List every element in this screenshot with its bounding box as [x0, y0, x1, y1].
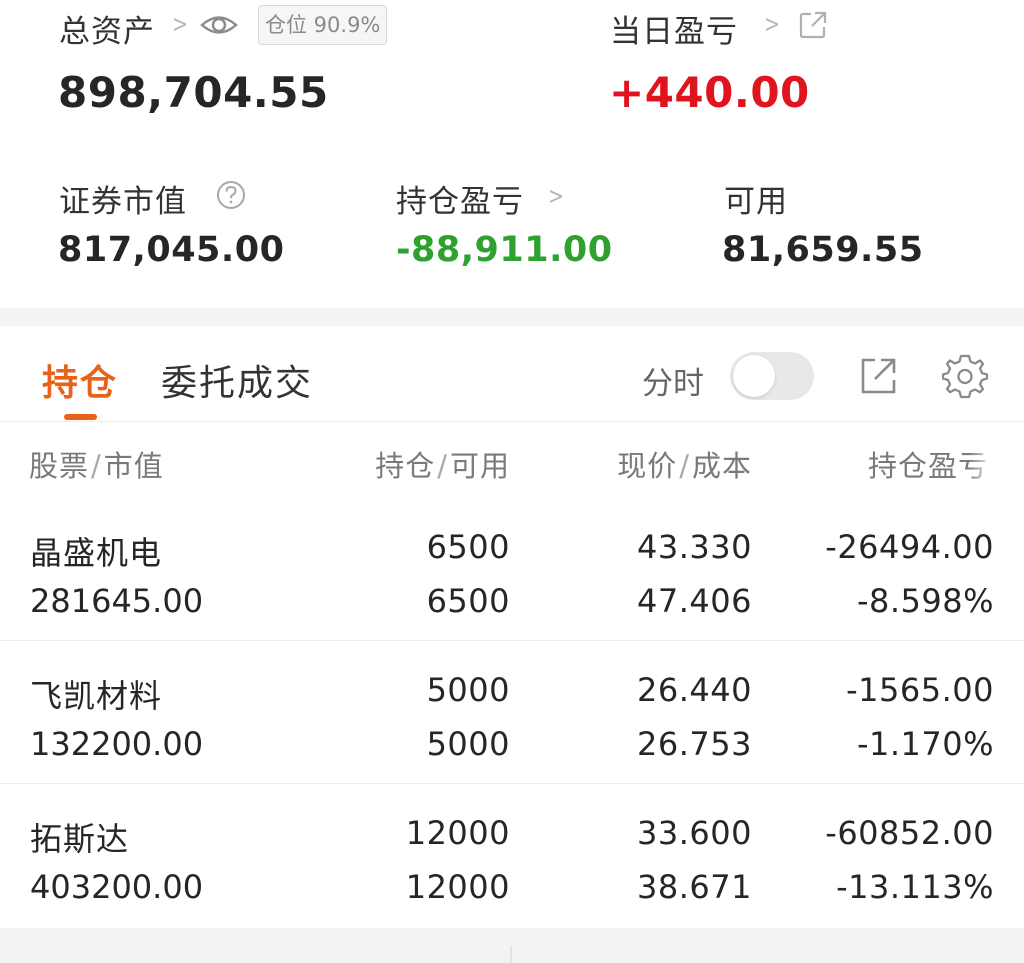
- holding-pnl-percent: -1.170%: [856, 725, 994, 763]
- header-price: 现价: [617, 449, 678, 483]
- header-stock-marketvalue[interactable]: 股票/市值: [29, 443, 164, 485]
- table-row[interactable]: 晶盛机电 281645.00 6500 6500 43.330 47.406 -…: [0, 500, 1024, 640]
- table-row[interactable]: 飞凯材料 132200.00 5000 5000 26.440 26.753 -…: [0, 643, 1024, 783]
- bottom-section-divider: [0, 928, 1024, 963]
- holding-pnl-label[interactable]: 持仓盈亏: [396, 176, 524, 221]
- header-price-cost[interactable]: 现价/成本: [540, 443, 752, 485]
- active-tab-indicator: [64, 414, 97, 420]
- available-value: 81,659.55: [722, 230, 924, 270]
- timeshare-label: 分时: [642, 366, 704, 402]
- header-available: 可用: [449, 449, 510, 483]
- cost-price: 47.406: [637, 582, 752, 620]
- header-market-value: 市值: [103, 449, 164, 483]
- holding-qty: 5000: [426, 671, 510, 709]
- current-price: 33.600: [637, 814, 752, 852]
- market-value-label: 证券市值: [59, 184, 187, 220]
- available-qty: 12000: [405, 868, 510, 906]
- tab-orders[interactable]: 委托成交: [161, 354, 313, 406]
- stock-name: 飞凯材料: [30, 677, 163, 715]
- total-assets-value: 898,704.55: [58, 68, 329, 117]
- header-holding-pnl[interactable]: 持仓盈亏: [868, 443, 994, 485]
- header-holding-available[interactable]: 持仓/可用: [300, 443, 510, 485]
- available-qty: 6500: [426, 582, 510, 620]
- holding-pnl-amount: -60852.00: [825, 814, 994, 852]
- holding-qty: 6500: [426, 528, 510, 566]
- cost-price: 26.753: [637, 725, 752, 763]
- toggle-knob: [733, 355, 775, 397]
- daily-pnl-value: +440.00: [609, 68, 810, 117]
- holding-pnl-percent: -8.598%: [856, 582, 994, 620]
- daily-pnl-label[interactable]: 当日盈亏: [610, 6, 738, 51]
- share-icon[interactable]: [858, 356, 898, 396]
- external-link-icon[interactable]: [798, 10, 828, 40]
- holding-pnl-amount: -1565.00: [846, 671, 994, 709]
- holding-pnl-value: -88,911.00: [396, 230, 613, 270]
- bottom-column-divider: [510, 946, 512, 963]
- holding-qty: 12000: [405, 814, 510, 852]
- available-label: 可用: [724, 184, 788, 220]
- tab-holdings[interactable]: 持仓: [42, 354, 118, 406]
- header-stock: 股票: [29, 449, 90, 483]
- chevron-right-icon[interactable]: >: [764, 10, 780, 38]
- header-cost: 成本: [691, 449, 752, 483]
- stock-name: 拓斯达: [30, 820, 130, 858]
- stock-name: 晶盛机电: [30, 534, 163, 572]
- timeshare-toggle[interactable]: [730, 352, 814, 400]
- total-assets-label[interactable]: 总资产: [59, 6, 155, 51]
- header-holding: 持仓: [375, 449, 436, 483]
- chevron-right-icon[interactable]: >: [172, 10, 188, 38]
- section-divider: [0, 308, 1024, 326]
- tabs-divider: [0, 421, 1024, 422]
- row-divider: [0, 783, 1024, 784]
- current-price: 26.440: [637, 671, 752, 709]
- cost-price: 38.671: [637, 868, 752, 906]
- row-divider: [0, 640, 1024, 641]
- holding-pnl-amount: -26494.00: [825, 528, 994, 566]
- current-price: 43.330: [637, 528, 752, 566]
- eye-icon[interactable]: [200, 8, 238, 42]
- available-qty: 5000: [426, 725, 510, 763]
- chevron-right-icon[interactable]: >: [548, 182, 564, 210]
- table-row[interactable]: 拓斯达 403200.00 12000 12000 33.600 38.671 …: [0, 786, 1024, 926]
- help-circle-icon[interactable]: [216, 180, 246, 210]
- stock-market-value: 281645.00: [30, 582, 204, 620]
- market-value-value: 817,045.00: [58, 230, 285, 270]
- holding-pnl-percent: -13.113%: [836, 868, 994, 906]
- stock-market-value: 132200.00: [30, 725, 204, 763]
- gear-icon[interactable]: [941, 353, 989, 399]
- position-ratio-badge: 仓位 90.9%: [258, 5, 388, 45]
- stock-market-value: 403200.00: [30, 868, 204, 906]
